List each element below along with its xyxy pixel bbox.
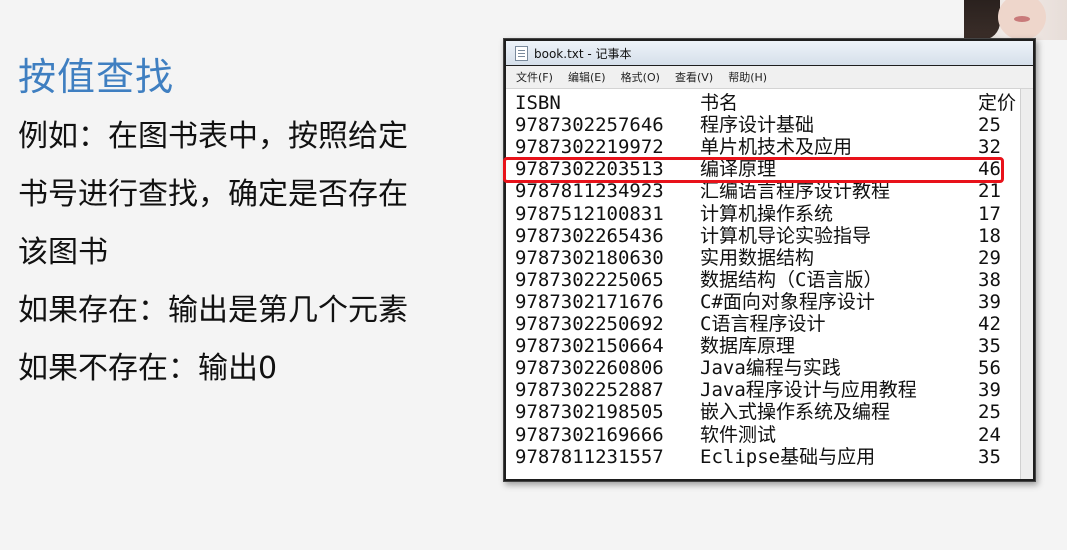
presenter-lips	[1014, 16, 1030, 22]
book-price: 39	[978, 379, 1001, 402]
book-name: 计算机操作系统	[700, 202, 834, 225]
header-isbn: ISBN	[515, 92, 561, 114]
book-price: 35	[978, 335, 1001, 358]
book-isbn: 9787302225065	[515, 268, 664, 291]
book-name: C#面向对象程序设计	[700, 290, 875, 313]
menu-format[interactable]: 格式(O)	[621, 67, 660, 89]
book-price: 29	[978, 246, 1001, 269]
book-price: 24	[978, 423, 1001, 446]
book-price: 56	[978, 357, 1001, 380]
book-isbn: 9787512100831	[515, 202, 664, 225]
book-isbn: 9787302198505	[515, 401, 664, 424]
book-price: 25	[978, 401, 1001, 424]
book-name: 数据结构（C语言版）	[700, 268, 883, 291]
book-isbn: 9787302171676	[515, 290, 664, 313]
book-name: 实用数据结构	[700, 246, 815, 269]
book-price: 25	[978, 114, 1001, 137]
slide-line: 如果存在：输出是第几个元素	[18, 293, 408, 328]
header-name: 书名	[700, 92, 739, 114]
book-name: 计算机导论实验指导	[700, 224, 872, 247]
book-isbn: 9787302260806	[515, 357, 664, 380]
book-name: Java程序设计与应用教程	[700, 379, 917, 402]
slide-line: 例如：在图书表中，按照给定	[18, 119, 408, 154]
book-price: 17	[978, 202, 1001, 225]
text-area[interactable]: ISBN 书名 定价 9787302257646 程序设计基础 25 97873022…	[506, 89, 1021, 479]
slide-line: 书号进行查找，确定是否存在	[18, 177, 408, 212]
book-isbn: 9787302219972	[515, 136, 664, 159]
book-isbn: 9787302252887	[515, 379, 664, 402]
book-name: Eclipse基础与应用	[700, 445, 876, 468]
presenter-hair	[964, 0, 1000, 40]
book-name: 汇编语言程序设计教程	[700, 180, 891, 203]
menu-help[interactable]: 帮助(H)	[728, 67, 767, 89]
slide-body: 例如：在图书表中，按照给定 书号进行查找，确定是否存在 该图书 如果存在：输出是…	[18, 108, 468, 398]
window-title: book.txt - 记事本	[534, 47, 632, 61]
book-price: 42	[978, 313, 1001, 335]
book-isbn: 9787302169666	[515, 423, 664, 446]
book-name: 程序设计基础	[700, 114, 815, 137]
book-name: Java编程与实践	[700, 357, 841, 380]
book-name: 数据库原理	[700, 335, 796, 358]
book-isbn: 9787302150664	[515, 335, 664, 358]
book-price: 39	[978, 290, 1001, 313]
menu-view[interactable]: 查看(V)	[675, 67, 713, 89]
window-titlebar[interactable]: book.txt - 记事本	[506, 41, 1033, 65]
slide-line: 如果不存在：输出0	[18, 351, 278, 386]
book-isbn: 9787302250692	[515, 313, 664, 335]
book-isbn: 9787811234923	[515, 180, 664, 203]
highlight-box	[503, 157, 1004, 183]
header-price: 定价	[978, 92, 1017, 114]
slide-title: 按值查找	[18, 55, 175, 99]
book-name: 软件测试	[700, 423, 777, 446]
book-price: 21	[978, 180, 1001, 203]
notepad-icon	[515, 46, 528, 61]
menu-edit[interactable]: 编辑(E)	[568, 67, 606, 89]
notepad-window: book.txt - 记事本 文件(F) 编辑(E) 格式(O) 查看(V) 帮…	[503, 38, 1036, 482]
book-price: 18	[978, 224, 1001, 247]
menu-bar: 文件(F) 编辑(E) 格式(O) 查看(V) 帮助(H)	[506, 66, 1033, 89]
book-isbn: 9787302180630	[515, 246, 664, 269]
book-name: 嵌入式操作系统及编程	[700, 401, 891, 424]
vertical-scrollbar[interactable]	[1020, 89, 1033, 479]
slide-line: 该图书	[18, 235, 108, 270]
book-price: 38	[978, 268, 1001, 291]
book-price: 32	[978, 136, 1001, 159]
book-price: 35	[978, 445, 1001, 468]
book-isbn: 9787302257646	[515, 114, 664, 137]
book-isbn: 9787302265436	[515, 224, 664, 247]
book-name: 单片机技术及应用	[700, 136, 853, 159]
book-name: C语言程序设计	[700, 313, 826, 335]
book-isbn: 9787811231557	[515, 445, 664, 468]
menu-file[interactable]: 文件(F)	[516, 67, 553, 89]
presenter-video	[964, 0, 1067, 40]
